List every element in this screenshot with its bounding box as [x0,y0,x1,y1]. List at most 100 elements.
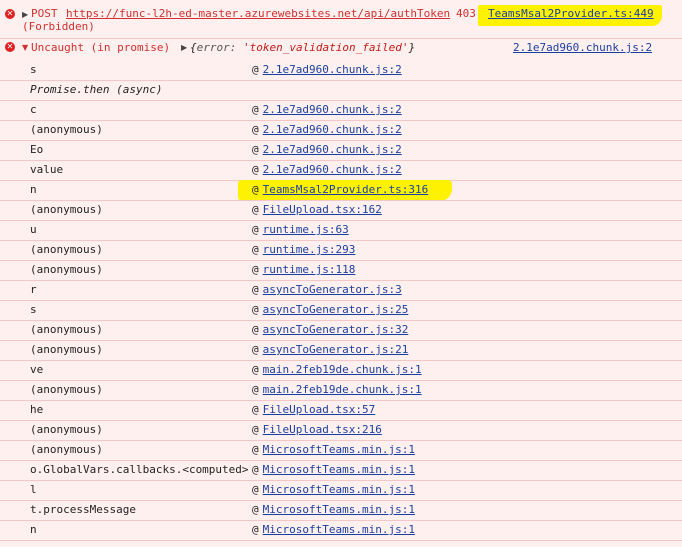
stack-frame-source-link[interactable]: FileUpload.tsx:216 [263,423,382,436]
stack-frame-function: (anonymous) [30,423,103,436]
stack-frame-source-link[interactable]: 2.1e7ad960.chunk.js:2 [263,63,402,76]
stack-frame-source-link[interactable]: 2.1e7ad960.chunk.js:2 [263,143,402,156]
stack-frame-function: s [30,303,37,316]
error-source-link[interactable]: 2.1e7ad960.chunk.js:2 [513,41,652,54]
stack-frame-location: @ main.2feb19de.chunk.js:1 [252,363,422,376]
stack-frame-location: @2.1e7ad960.chunk.js:2 [252,143,402,156]
stack-frame-function: (anonymous) [30,203,103,216]
stack-frame-function: ve [30,363,44,376]
stack-frame-source-link[interactable]: 2.1e7ad960.chunk.js:2 [263,123,402,136]
stack-frame-row: value @2.1e7ad960.chunk.js:2 [0,160,682,180]
stack-frame-location: @ TeamsMsal2Provider.ts:316 [238,180,453,201]
stack-frame-location: @ MicrosoftTeams.min.js:1 [252,483,415,496]
stack-frame-source-link[interactable]: asyncToGenerator.js:21 [263,343,409,356]
collapse-triangle-icon[interactable]: ▼ [22,43,28,52]
stack-frame-function: he [30,403,44,416]
stack-frame-function: (anonymous) [30,323,103,336]
stack-frame-row: u @ runtime.js:63 [0,220,682,240]
at-symbol: @ [252,523,259,536]
stack-frame-location: @ MicrosoftTeams.min.js:1 [252,523,415,536]
expand-triangle-icon[interactable]: ▶ [22,10,28,19]
stack-frame-source-link[interactable]: MicrosoftTeams.min.js:1 [263,483,415,496]
stack-frame-row: (anonymous) @ asyncToGenerator.js:21 [0,340,682,360]
stack-frame-location: @ FileUpload.tsx:216 [252,423,382,436]
stack-frame-source-link[interactable]: runtime.js:293 [263,243,356,256]
at-symbol: @ [252,243,259,256]
error-object[interactable]: {error: 'token_validation_failed'} [190,41,415,54]
stack-frame-function: (anonymous) [30,243,103,256]
request-source-link[interactable]: TeamsMsal2Provider.ts:449 [478,5,662,26]
error-prefix: Uncaught (in promise) [31,41,171,54]
at-symbol: @ [252,123,259,136]
at-symbol: @ [252,403,259,416]
stack-frame-row: o.GlobalVars.callbacks.<computed> @ Micros… [0,460,682,480]
stack-frame-source-link[interactable]: 2.1e7ad960.chunk.js:2 [263,163,402,176]
stack-frame-function: s [30,63,37,76]
stack-frame-row: (anonymous) @ FileUpload.tsx:216 [0,420,682,440]
stack-frame-function: Promise.then (async) [30,83,163,96]
stack-frame-row: s @2.1e7ad960.chunk.js:2 [0,60,682,80]
object-key: error: [196,41,243,54]
stack-frame-source-link[interactable]: asyncToGenerator.js:25 [263,303,409,316]
stack-frame-source-link[interactable]: MicrosoftTeams.min.js:1 [263,503,415,516]
stack-frame-function: (anonymous) [30,343,103,356]
stack-frame-source-link[interactable]: MicrosoftTeams.min.js:1 [263,523,415,536]
stack-frame-location: @ asyncToGenerator.js:21 [252,343,408,356]
stack-frame-function: o.GlobalVars.callbacks.<computed> [30,463,249,476]
at-symbol: @ [252,323,259,336]
at-symbol: @ [252,383,259,396]
stack-frame-location: @ asyncToGenerator.js:32 [252,323,408,336]
at-symbol: @ [252,443,259,456]
stack-frame-row: (anonymous) @ runtime.js:118 [0,260,682,280]
at-symbol: @ [252,483,259,496]
stack-frame-function: Eo [30,143,44,156]
stack-frame-row: (anonymous) @2.1e7ad960.chunk.js:2 [0,120,682,140]
stack-frame-source-link[interactable]: runtime.js:63 [263,223,349,236]
stack-frame-source-link[interactable]: asyncToGenerator.js:3 [263,283,402,296]
object-expand-icon[interactable]: ▶ [181,43,187,52]
request-method: POST [31,7,58,20]
at-symbol: @ [252,263,259,276]
stack-frame-row: (anonymous) @ runtime.js:293 [0,240,682,260]
stack-frame-source-link[interactable]: TeamsMsal2Provider.ts:316 [263,183,429,196]
stack-frame-row: (anonymous) @ asyncToGenerator.js:32 [0,320,682,340]
at-symbol: @ [252,143,259,156]
error-icon: ✕ [5,42,15,52]
stack-frame-location: @ FileUpload.tsx:57 [252,403,375,416]
stack-frame-location: @ asyncToGenerator.js:25 [252,303,408,316]
stack-frame-function: (anonymous) [30,383,103,396]
stack-frame-function: value [30,163,64,176]
uncaught-error-row: ✕ ▼ Uncaught (in promise) ▶ {error: 'tok… [0,39,682,59]
at-symbol: @ [252,303,259,316]
stack-frame-row: (anonymous) @ MicrosoftTeams.min.js:1 [0,440,682,460]
stack-frame-location: @2.1e7ad960.chunk.js:2 [252,163,402,176]
stack-frame-row: Eo @2.1e7ad960.chunk.js:2 [0,140,682,160]
stack-frame-row: s @ asyncToGenerator.js:25 [0,300,682,320]
stack-frame-location: @2.1e7ad960.chunk.js:2 [252,123,402,136]
stack-frame-source-link[interactable]: FileUpload.tsx:162 [263,203,382,216]
error-icon: ✕ [5,9,15,19]
stack-frame-source-link[interactable]: FileUpload.tsx:57 [263,403,376,416]
at-symbol: @ [252,203,259,216]
stack-frame-row: r @ asyncToGenerator.js:3 [0,280,682,300]
stack-frame-source-link[interactable]: runtime.js:118 [263,263,356,276]
stack-frame-location: @ runtime.js:293 [252,243,355,256]
stack-frame-source-link[interactable]: MicrosoftTeams.min.js:1 [263,463,415,476]
object-close-brace: } [408,41,416,54]
at-symbol: @ [252,103,259,116]
stack-frame-source-link[interactable]: main.2feb19de.chunk.js:1 [263,383,422,396]
stack-frame-function: c [30,103,37,116]
stack-frame-function: u [30,223,37,236]
at-symbol: @ [252,223,259,236]
stack-frame-source-link[interactable]: 2.1e7ad960.chunk.js:2 [263,103,402,116]
request-url[interactable]: https://func-l2h-ed-master.azurewebsites… [66,7,450,20]
stack-frame-row: Promise.then (async) [0,80,682,100]
stack-frame-function: l [30,483,37,496]
at-symbol: @ [252,63,259,76]
stack-frame-source-link[interactable]: main.2feb19de.chunk.js:1 [263,363,422,376]
stack-frame-source-link[interactable]: MicrosoftTeams.min.js:1 [263,443,415,456]
stack-frame-row: t.processMessage @ MicrosoftTeams.min.js:1 [0,500,682,520]
stack-frame-source-link[interactable]: asyncToGenerator.js:32 [263,323,409,336]
stack-frame-row: (anonymous) @ FileUpload.tsx:162 [0,200,682,220]
at-symbol: @ [252,503,259,516]
